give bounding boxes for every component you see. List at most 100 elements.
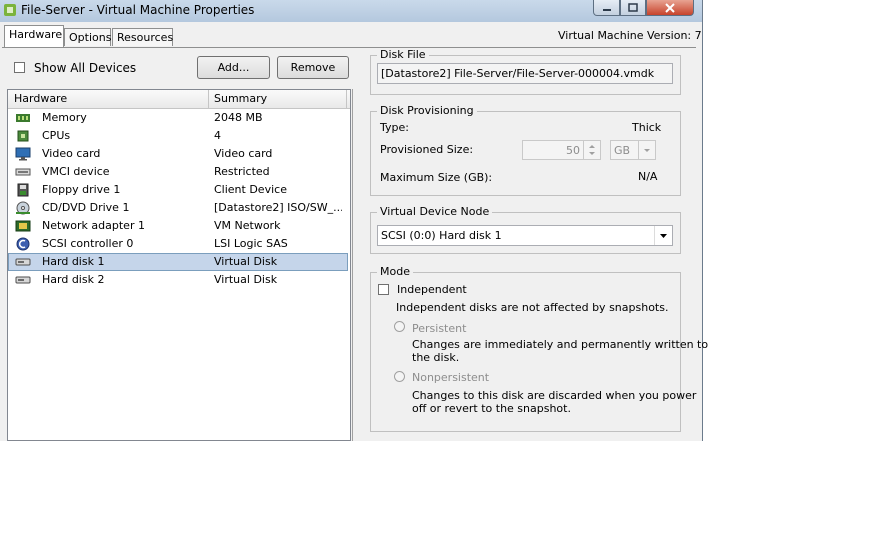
hardware-summary: Restricted — [214, 165, 270, 178]
show-all-devices-label: Show All Devices — [34, 61, 137, 75]
add-button-label: Add... — [217, 61, 250, 74]
virtual-device-node-dropdown[interactable]: SCSI (0:0) Hard disk 1 — [377, 225, 673, 246]
hardware-row-hard-disk-2[interactable]: Hard disk 2 Virtual Disk — [8, 271, 348, 289]
hardware-summary: Client Device — [214, 183, 287, 196]
remove-button-label: Remove — [290, 61, 336, 74]
virtual-device-node-label: Virtual Device Node — [377, 205, 493, 218]
spinner-arrows-icon — [589, 145, 595, 155]
hardware-summary: LSI Logic SAS — [214, 237, 288, 250]
size-unit-dropdown[interactable]: GB — [610, 140, 656, 160]
window-title: File-Server - Virtual Machine Properties — [21, 3, 255, 17]
persistent-radio[interactable] — [394, 321, 405, 332]
maximum-size-label: Maximum Size (GB): — [380, 171, 493, 184]
column-separator[interactable] — [208, 90, 209, 108]
hard-disk-icon — [15, 276, 31, 284]
spinner-buttons[interactable] — [583, 141, 600, 159]
hardware-row-cpus[interactable]: CPUs 4 — [8, 127, 348, 145]
chevron-down-icon — [660, 234, 667, 238]
mode-label: Mode — [377, 265, 413, 278]
size-unit-value: GB — [614, 144, 631, 157]
independent-label: Independent — [397, 283, 467, 296]
hardware-row-memory[interactable]: Memory 2048 MB — [8, 109, 348, 127]
type-label: Type: — [380, 121, 409, 134]
hard-disk-icon — [15, 258, 31, 266]
vm-app-icon — [4, 4, 16, 16]
independent-description: Independent disks are not affected by sn… — [396, 301, 669, 314]
maximize-button[interactable] — [620, 0, 646, 16]
title-bar[interactable]: File-Server - Virtual Machine Properties — [0, 0, 702, 22]
pane-divider[interactable] — [352, 89, 353, 441]
hardware-summary: 4 — [214, 129, 221, 142]
hardware-name: Network adapter 1 — [42, 219, 145, 232]
scsi-icon — [16, 237, 30, 251]
hardware-name: SCSI controller 0 — [42, 237, 134, 250]
hardware-name: CPUs — [42, 129, 71, 142]
nonpersistent-description-line-1: Changes to this disk are discarded when … — [412, 389, 697, 402]
hardware-row-video-card[interactable]: Video card Video card — [8, 145, 348, 163]
disk-file-value: [Datastore2] File-Server/File-Server-000… — [381, 67, 655, 80]
independent-checkbox[interactable] — [378, 284, 389, 295]
nonpersistent-radio[interactable] — [394, 371, 405, 382]
column-header-hardware[interactable]: Hardware — [14, 92, 67, 105]
vmci-icon — [15, 168, 31, 176]
hardware-row-scsi[interactable]: SCSI controller 0 LSI Logic SAS — [8, 235, 348, 253]
cpu-icon — [17, 130, 29, 142]
column-separator[interactable] — [346, 90, 347, 108]
hardware-summary: 2048 MB — [214, 111, 263, 124]
hardware-row-network[interactable]: Network adapter 1 VM Network — [8, 217, 348, 235]
tab-hardware[interactable]: Hardware — [4, 25, 64, 47]
close-button[interactable] — [646, 0, 694, 16]
hardware-row-hard-disk-1[interactable]: Hard disk 1 Virtual Disk — [8, 253, 348, 271]
tab-panel-border — [2, 47, 696, 48]
hardware-name: CD/DVD Drive 1 — [42, 201, 130, 214]
hardware-summary: Video card — [214, 147, 273, 160]
network-icon — [15, 220, 31, 232]
hardware-name: Hard disk 2 — [42, 273, 105, 286]
hardware-name: VMCI device — [42, 165, 110, 178]
hardware-summary: Virtual Disk — [214, 273, 278, 286]
chevron-down-icon — [644, 149, 650, 152]
vm-version-label: Virtual Machine Version: 7 — [558, 29, 702, 42]
hardware-summary: Virtual Disk — [214, 255, 278, 268]
floppy-icon — [17, 183, 29, 197]
memory-icon — [16, 114, 30, 122]
minimize-button[interactable] — [593, 0, 620, 16]
maximize-icon — [628, 3, 638, 12]
provisioned-size-value: 50 — [566, 144, 580, 157]
size-unit-arrow[interactable] — [638, 141, 655, 159]
hardware-name: Floppy drive 1 — [42, 183, 121, 196]
provisioned-size-spinner[interactable]: 50 — [522, 140, 601, 160]
virtual-device-node-value: SCSI (0:0) Hard disk 1 — [381, 229, 502, 242]
persistent-label: Persistent — [412, 322, 467, 335]
cd-icon — [16, 201, 30, 215]
hardware-list-header: Hardware Summary — [8, 90, 350, 109]
nonpersistent-description-line-2: off or revert to the snapshot. — [412, 402, 571, 415]
add-button[interactable]: Add... — [197, 56, 270, 79]
hardware-name: Hard disk 1 — [42, 255, 105, 268]
persistent-description-line-2: the disk. — [412, 351, 460, 364]
maximum-size-value: N/A — [638, 170, 658, 183]
type-value: Thick — [632, 121, 662, 134]
disk-provisioning-label: Disk Provisioning — [377, 104, 477, 117]
monitor-icon — [15, 147, 31, 161]
disk-file-field[interactable]: [Datastore2] File-Server/File-Server-000… — [377, 63, 673, 84]
hardware-row-vmci[interactable]: VMCI device Restricted — [8, 163, 348, 181]
virtual-device-node-arrow[interactable] — [654, 226, 672, 245]
hardware-row-cd-dvd[interactable]: CD/DVD Drive 1 [Datastore2] ISO/SW_... — [8, 199, 348, 217]
vm-properties-window: File-Server - Virtual Machine Properties… — [0, 0, 708, 441]
hardware-list[interactable]: Hardware Summary Memory 2048 MB CPUs 4 V… — [7, 89, 351, 441]
hardware-row-floppy[interactable]: Floppy drive 1 Client Device — [8, 181, 348, 199]
tab-options[interactable]: Options — [64, 28, 111, 46]
column-header-summary[interactable]: Summary — [214, 92, 267, 105]
tab-resources[interactable]: Resources — [112, 28, 173, 46]
show-all-devices-checkbox[interactable] — [14, 62, 25, 73]
remove-button[interactable]: Remove — [277, 56, 349, 79]
hardware-name: Video card — [42, 147, 101, 160]
hardware-name: Memory — [42, 111, 87, 124]
hardware-summary: [Datastore2] ISO/SW_... — [214, 201, 342, 214]
hardware-summary: VM Network — [214, 219, 281, 232]
minimize-icon — [602, 8, 611, 11]
tab-options-label: Options — [69, 31, 112, 44]
nonpersistent-label: Nonpersistent — [412, 371, 490, 384]
tab-resources-label: Resources — [117, 31, 174, 44]
